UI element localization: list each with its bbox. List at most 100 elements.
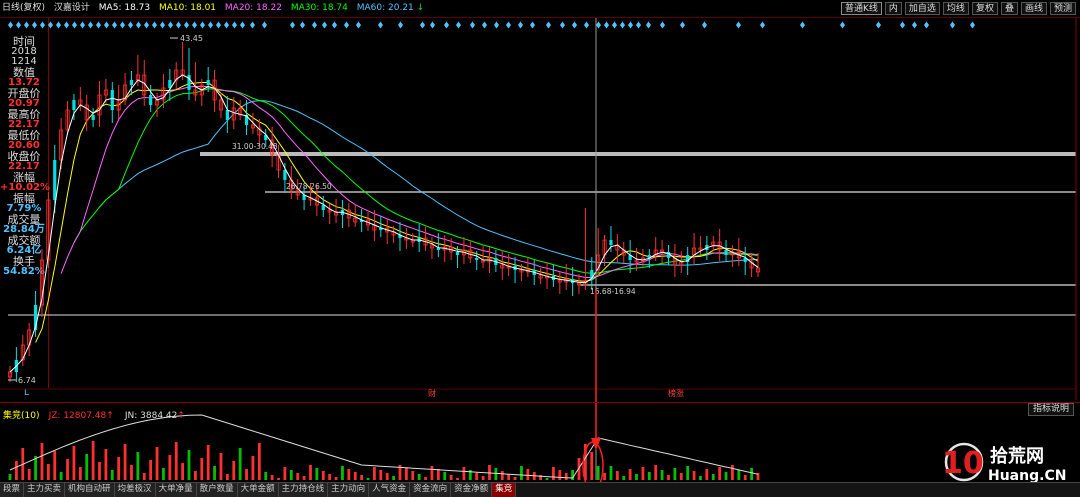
auction-bar	[302, 476, 306, 480]
signal-diamond	[378, 21, 383, 29]
auction-bar	[603, 473, 606, 480]
auction-bar	[750, 468, 754, 480]
auction-bar	[366, 478, 370, 480]
signal-diamond	[128, 21, 133, 29]
tab-1[interactable]: 主力买卖	[24, 483, 66, 497]
jn-value: JN: 3884.42	[124, 411, 178, 421]
auction-bar	[660, 470, 664, 480]
auction-bar	[27, 469, 31, 480]
signal-diamond	[200, 21, 205, 29]
signal-diamond	[160, 21, 165, 29]
auction-bar	[225, 474, 229, 480]
auction-bar	[641, 467, 645, 480]
tab-3[interactable]: 均差极汉	[114, 483, 156, 497]
tab-12[interactable]: 集竞	[492, 483, 517, 497]
kline-chart[interactable]: 43.45 6.74 31.00-30.48 26.78-26.50 16.68…	[0, 0, 1080, 496]
signal-diamond	[646, 21, 651, 29]
auction-bar	[724, 472, 728, 480]
signal-diamond	[702, 21, 707, 29]
signal-diamond	[72, 21, 77, 29]
auction-bar	[181, 463, 185, 480]
dragon-tiger-marker[interactable]: 榜涨	[668, 388, 684, 398]
auction-bar	[187, 450, 191, 480]
tab-4[interactable]: 大单净量	[155, 483, 197, 497]
auction-bar	[424, 477, 427, 480]
auction-bar	[46, 464, 50, 480]
auction-bar	[91, 441, 95, 480]
watermark-number: 10	[942, 446, 984, 481]
tab-11[interactable]: 资金净额	[451, 483, 493, 497]
tab-10[interactable]: 资金流向	[410, 483, 452, 497]
signal-diamond	[628, 21, 633, 29]
candle-body	[149, 95, 153, 105]
signal-diamond	[506, 21, 511, 29]
auction-bar	[552, 467, 555, 480]
watermark-graphic: 10 拾荒网 Huang.CN	[942, 442, 1066, 484]
auction-bar	[737, 470, 741, 480]
auction-bar	[686, 466, 690, 480]
signal-diamond	[924, 21, 929, 29]
auction-bar	[392, 476, 395, 480]
tab-0[interactable]: 段票	[0, 483, 25, 497]
signal-diamond	[152, 21, 157, 29]
signal-diamond	[232, 21, 237, 29]
signal-diamond	[56, 21, 61, 29]
signal-diamond	[470, 21, 475, 29]
candle-body	[724, 250, 728, 255]
sub-indicator-header: 集竞(10) JZ: 12807.48↑ JN: 3884.42↑	[0, 402, 1080, 421]
auction-bar	[270, 475, 274, 480]
ma20-path	[60, 86, 759, 278]
indicator-name[interactable]: 集竞(10)	[3, 411, 39, 421]
candle-body	[53, 160, 57, 200]
tab-5[interactable]: 散户数量	[196, 483, 238, 497]
financial-report-marker[interactable]: 财	[428, 388, 436, 398]
auction-bar	[443, 472, 447, 480]
signal-diamond	[620, 21, 625, 29]
tab-7[interactable]: 主力持仓线	[278, 483, 329, 497]
indicator-help-button[interactable]: 指标说明	[1027, 403, 1074, 416]
auction-bar	[104, 449, 108, 480]
auction-bar	[718, 467, 722, 480]
signal-diamond	[518, 21, 523, 29]
auction-bar	[545, 478, 549, 480]
auction-bar	[14, 461, 18, 480]
auction-bar	[520, 466, 523, 480]
tab-8[interactable]: 主力动向	[328, 483, 370, 497]
candle-body	[91, 115, 95, 120]
auction-bar	[705, 469, 709, 480]
range-label-1: 31.00-30.48	[232, 142, 278, 151]
signal-diamond	[208, 21, 213, 29]
watermark-cn: 拾荒网	[990, 445, 1044, 467]
auction-bar	[360, 475, 364, 480]
signal-diamond	[176, 21, 181, 29]
tab-2[interactable]: 机构自动研	[65, 483, 115, 497]
signal-diamond	[584, 21, 589, 29]
auction-bar	[34, 456, 37, 480]
tab-6[interactable]: 大单金额	[237, 483, 279, 497]
signal-diamond	[144, 21, 149, 29]
auction-bar	[590, 452, 594, 480]
auction-bar	[622, 476, 626, 480]
tab-9[interactable]: 人气资金	[369, 483, 411, 497]
signal-diamond	[636, 21, 641, 29]
jz-arrow: ↑	[106, 411, 114, 421]
signal-diamond	[596, 21, 601, 29]
signal-diamond	[344, 21, 349, 29]
signal-diamond	[572, 21, 577, 29]
auction-bar	[117, 457, 121, 480]
signal-diamond	[96, 21, 101, 29]
signal-diamond	[546, 21, 551, 29]
auction-bar	[711, 474, 715, 480]
auction-bar	[615, 471, 619, 480]
auction-bar	[130, 465, 133, 480]
auction-bar	[264, 472, 268, 480]
auction-bar	[257, 443, 261, 480]
signal-diamond	[120, 21, 125, 29]
auction-bar	[168, 455, 172, 480]
auction-bar	[494, 468, 498, 480]
auction-bar	[679, 473, 683, 480]
auction-bar	[500, 471, 504, 480]
signal-diamond	[444, 21, 449, 29]
auction-bar	[213, 466, 216, 480]
signal-diamond	[80, 21, 85, 29]
